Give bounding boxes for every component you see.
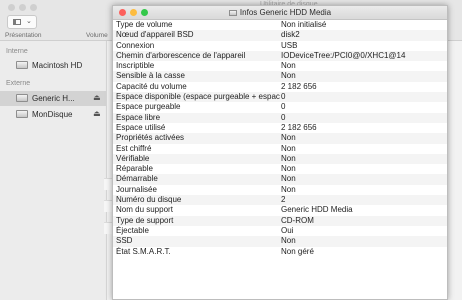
internal-disk-icon [16,61,28,69]
info-row-key: Type de volume [116,20,173,29]
info-row-key: Démarrable [116,174,158,184]
info-row[interactable]: Espace utilisé 2 182 656 [113,123,447,133]
bg-minimize-button[interactable] [19,4,26,11]
info-row-key: Chemin d'arborescence de l'appareil [116,50,246,60]
info-row-key: État S.M.A.R.T. [116,246,171,256]
info-row[interactable]: Espace disponible (espace purgeable + es… [113,92,447,103]
info-row-key: Espace disponible (espace purgeable + es… [116,92,280,102]
sidebar-section-internal: Interne [6,48,28,55]
info-row-value: Non [281,143,296,153]
info-table: Type de volume Non initialisé Nœud d'appar… [113,20,447,257]
presentation-label: Présentation [5,32,42,39]
volume-label: Volume [86,32,108,39]
info-row[interactable]: Nœud d'appareil BSD disk2 [113,30,447,41]
sidebar-icon [13,19,21,25]
info-row[interactable]: Réparable Non [113,164,447,174]
info-row-value: 0 [281,92,286,102]
info-row[interactable]: Démarrable Non [113,174,447,185]
info-row-value: Non géré [281,246,314,256]
bg-zoom-button[interactable] [30,4,37,11]
sidebar-item-generic-hdd[interactable]: Generic H... ⏏ [0,91,106,106]
info-row[interactable]: SSD Non [113,236,447,247]
info-row-value: Non [281,153,296,163]
info-row[interactable]: Inscriptible Non [113,61,447,71]
info-window: Infos Generic HDD Media Type de volume No… [112,5,448,300]
info-row[interactable]: Chemin d'arborescence de l'appareil IODev… [113,50,447,62]
info-row-value: Non [281,174,296,184]
sidebar-toggle-button[interactable]: ⌄ [7,15,37,29]
info-row-value: 2 [281,195,286,205]
info-row[interactable]: Vérifiable Non [113,153,447,165]
info-row-key: Type de support [116,215,174,225]
info-row-value: 0 [281,112,286,122]
info-row-key: Journalisée [116,184,157,194]
info-row[interactable]: Journalisée Non [113,185,447,195]
info-row[interactable]: Type de support CD-ROM [113,215,447,226]
info-row[interactable]: Numéro du disque 2 [113,195,447,206]
info-row-key: Éjectable [116,225,149,235]
sidebar: Interne Macintosh HD Externe Generic H..… [0,41,107,300]
info-row[interactable]: Sensible à la casse Non [113,71,447,82]
sidebar-item-label: Macintosh HD [32,61,83,70]
info-row-value: Non [281,133,296,143]
info-row-key: Capacité du volume [116,81,187,91]
info-row-key: SSD [116,236,133,246]
sidebar-item-macintosh-hd[interactable]: Macintosh HD [0,58,106,73]
info-row-value: Non [281,236,296,246]
info-row-key: Vérifiable [116,153,150,163]
info-window-title-text: Infos Generic HDD Media [239,8,332,17]
info-row[interactable]: Propriétés activées Non [113,133,447,144]
disk-icon [228,10,237,16]
info-row-key: Espace purgeable [116,102,181,112]
info-row[interactable]: Éjectable Oui [113,226,447,236]
info-row-value: Non [281,71,296,81]
info-window-titlebar: Infos Generic HDD Media [113,6,447,20]
external-disk-icon [16,94,28,102]
info-row-key: Propriétés activées [116,133,185,143]
info-window-title: Infos Generic HDD Media [113,8,447,17]
sidebar-item-label: Generic H... [32,94,75,103]
info-row[interactable]: Type de volume Non initialisé [113,20,447,30]
info-row-key: Nœud d'appareil BSD [116,30,194,40]
info-row-key: Espace libre [116,112,161,122]
info-row-key: Est chiffré [116,143,152,153]
info-row-key: Numéro du disque [116,195,182,205]
info-row-value: 2 182 656 [281,122,317,132]
sidebar-item-mondisque[interactable]: MonDisque ⏏ [0,107,106,122]
info-row-value: Non [281,61,296,71]
info-row-value: 0 [281,102,286,112]
info-row-value: Oui [281,225,294,235]
info-row[interactable]: Nom du support Generic HDD Media [113,205,447,215]
bg-close-button[interactable] [8,4,15,11]
external-disk-icon [16,110,28,118]
info-row-key: Nom du support [116,205,173,215]
info-row[interactable]: Espace libre 0 [113,112,447,123]
info-row-value: Non [281,184,296,194]
info-row-value: IODeviceTree:/PCI0@0/XHC1@14 [281,50,406,60]
info-row-value: disk2 [281,30,300,40]
info-row[interactable]: Connexion USB [113,41,447,51]
info-row-value: Generic HDD Media [281,205,353,215]
info-row[interactable]: Espace purgeable 0 [113,102,447,112]
info-row-value: Non initialisé [281,20,327,29]
info-row-value: Non [281,164,296,174]
info-row[interactable]: Capacité du volume 2 182 656 [113,82,447,92]
info-row[interactable]: Est chiffré Non [113,144,447,154]
info-row-value: CD-ROM [281,215,314,225]
info-row-key: Espace utilisé [116,122,166,132]
chevron-down-icon: ⌄ [26,18,32,25]
info-row-key: Réparable [116,164,153,174]
eject-icon[interactable]: ⏏ [93,109,101,118]
info-row-key: Inscriptible [116,61,155,71]
info-row-value: USB [281,40,298,50]
info-row[interactable]: État S.M.A.R.T. Non géré [113,247,447,257]
eject-icon[interactable]: ⏏ [93,93,101,102]
info-row-value: 2 182 656 [281,81,317,91]
sidebar-item-label: MonDisque [32,110,73,119]
info-row-key: Sensible à la casse [116,71,185,81]
sidebar-section-external: Externe [6,80,31,87]
info-row-key: Connexion [116,40,155,50]
